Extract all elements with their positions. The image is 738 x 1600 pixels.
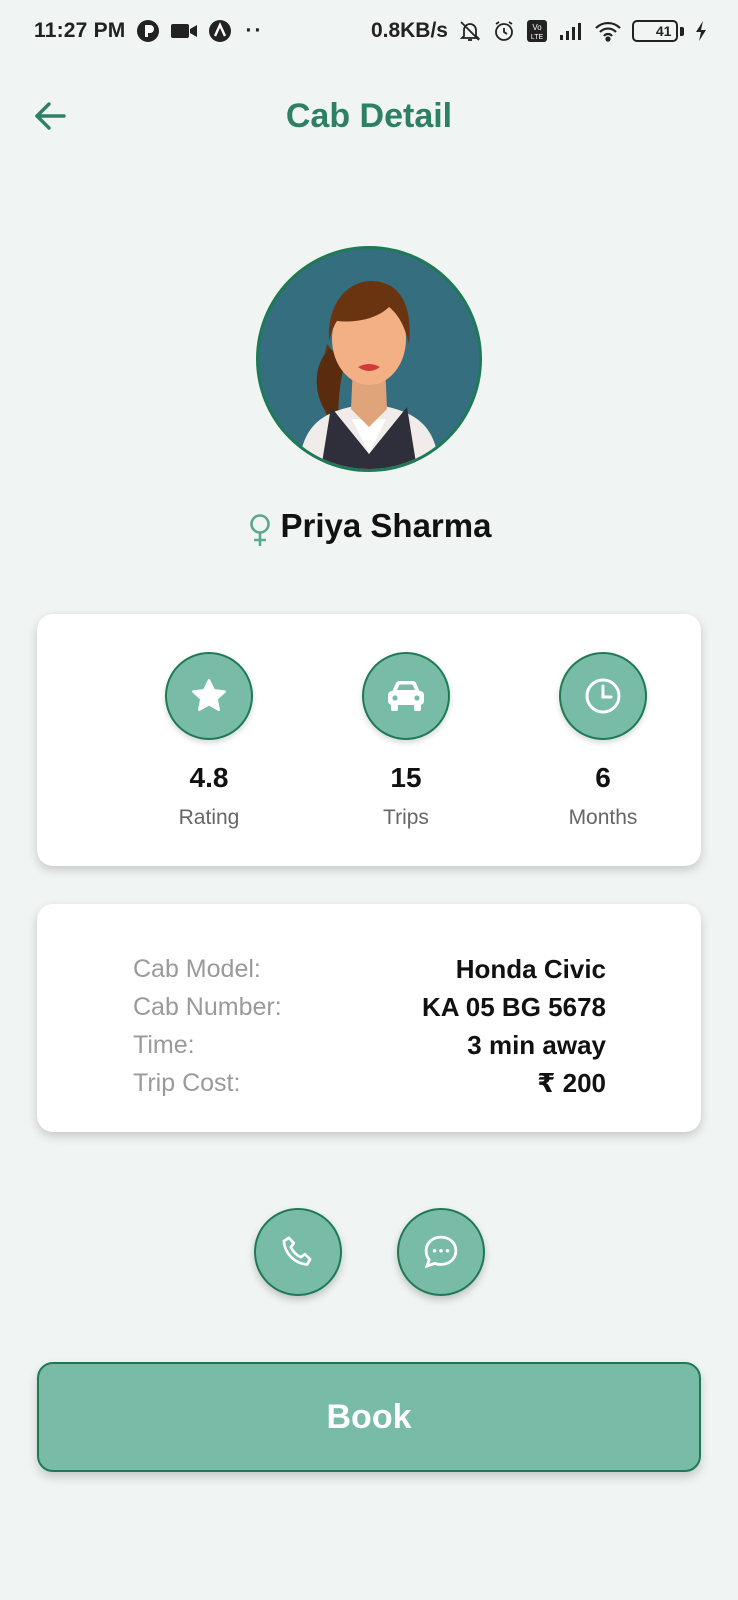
driver-stats-card: 4.8 Rating 15 Trips 6 Months bbox=[37, 614, 701, 866]
stat-months: 6 Months bbox=[503, 652, 703, 830]
info-label: Trip Cost: bbox=[133, 1068, 241, 1097]
status-time: 11:27 PM bbox=[34, 19, 126, 42]
charging-icon bbox=[694, 20, 708, 42]
info-label: Cab Model: bbox=[133, 954, 261, 983]
driver-avatar bbox=[256, 246, 482, 472]
chat-bubble-icon bbox=[424, 1235, 458, 1269]
svg-text:Vo: Vo bbox=[532, 23, 542, 32]
info-row-cab-model: Cab Model: Honda Civic bbox=[133, 950, 606, 988]
stat-months-circle bbox=[559, 652, 647, 740]
battery-icon: 41 bbox=[632, 20, 678, 42]
arrow-left-icon bbox=[35, 102, 66, 130]
battery-tip bbox=[680, 26, 684, 36]
info-value: 3 min away bbox=[467, 1029, 606, 1060]
info-row-cab-number: Cab Number: KA 05 BG 5678 bbox=[133, 988, 606, 1026]
call-button[interactable] bbox=[254, 1208, 342, 1296]
battery-level: 41 bbox=[655, 23, 672, 39]
female-driver-avatar bbox=[259, 249, 479, 469]
book-button[interactable]: Book bbox=[37, 1362, 701, 1472]
stat-rating-circle bbox=[165, 652, 253, 740]
mute-bell-icon bbox=[458, 19, 482, 43]
stat-value: 6 bbox=[595, 762, 611, 793]
driver-name-row: Priya Sharma bbox=[0, 505, 738, 547]
p-app-icon bbox=[136, 19, 160, 43]
status-bar: 11:27 PM ·· 0.8KB/s Vo LTE 41 bbox=[0, 0, 738, 62]
info-value: KA 05 BG 5678 bbox=[421, 991, 606, 1022]
a-app-icon bbox=[208, 19, 232, 43]
female-symbol-icon bbox=[247, 513, 273, 547]
more-dots-icon: ·· bbox=[245, 19, 264, 42]
status-bar-right: 0.8KB/s Vo LTE 41 bbox=[371, 19, 708, 43]
back-button[interactable] bbox=[26, 92, 74, 140]
wifi-icon bbox=[594, 20, 622, 42]
stat-trips-circle bbox=[362, 652, 450, 740]
chat-button[interactable] bbox=[397, 1208, 485, 1296]
info-row-time: Time: 3 min away bbox=[133, 1026, 606, 1064]
phone-icon bbox=[282, 1236, 312, 1266]
driver-name: Priya Sharma bbox=[280, 507, 492, 544]
info-label: Time: bbox=[133, 1030, 195, 1059]
alarm-icon bbox=[492, 19, 516, 43]
stat-label: Rating bbox=[178, 806, 240, 829]
stat-label: Trips bbox=[383, 806, 429, 829]
info-value: ₹ 200 bbox=[537, 1067, 606, 1098]
clock-icon bbox=[585, 678, 621, 714]
stat-value: 4.8 bbox=[189, 762, 229, 793]
stat-label: Months bbox=[568, 806, 638, 829]
info-row-trip-cost: Trip Cost: ₹ 200 bbox=[133, 1064, 606, 1102]
network-speed: 0.8KB/s bbox=[370, 19, 448, 42]
car-icon bbox=[388, 681, 424, 711]
stat-rating: 4.8 Rating bbox=[109, 652, 309, 830]
stat-trips: 15 Trips bbox=[306, 652, 506, 830]
page-title: Cab Detail bbox=[285, 96, 453, 135]
signal-icon bbox=[558, 20, 584, 42]
star-icon bbox=[192, 679, 226, 711]
app-header: Cab Detail bbox=[0, 62, 738, 170]
info-label: Cab Number: bbox=[133, 992, 282, 1021]
info-value: Honda Civic bbox=[455, 953, 606, 984]
stat-value: 15 bbox=[390, 762, 422, 793]
cab-detail-screen: 11:27 PM ·· 0.8KB/s Vo LTE 41 Cab Detail… bbox=[0, 0, 738, 1600]
video-icon bbox=[170, 21, 198, 41]
volte-icon: Vo LTE bbox=[526, 19, 548, 43]
cab-info-card: Cab Model: Honda Civic Cab Number: KA 05… bbox=[37, 904, 701, 1132]
status-bar-left: 11:27 PM ·· bbox=[34, 19, 264, 43]
svg-text:LTE: LTE bbox=[531, 34, 544, 41]
